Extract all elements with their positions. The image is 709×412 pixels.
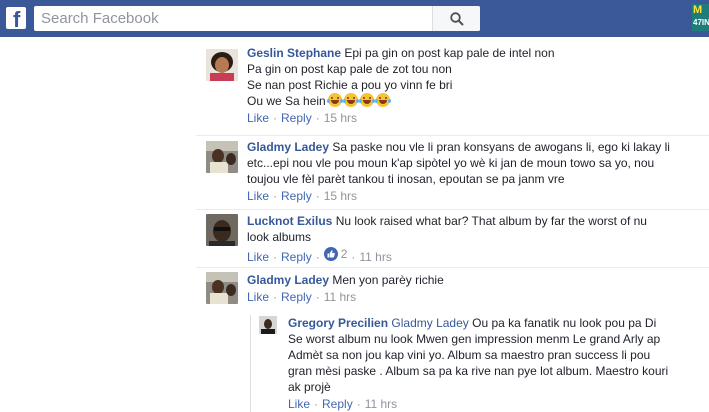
laughing-with-tears-emoji <box>326 93 343 107</box>
mention-link[interactable]: Gladmy Ladey <box>391 316 468 330</box>
comment-actions: Like · Reply · 15 hrs <box>247 110 555 126</box>
comment-timestamp[interactable]: 11 hrs <box>365 397 397 411</box>
laughing-with-tears-emoji <box>374 93 391 107</box>
comment-text: Sa paske nou vle li pran konsyans de awo… <box>332 140 670 154</box>
comment-text: toujou vle fèl parèt tankou ti inosan, e… <box>247 172 565 186</box>
emoji-row <box>326 93 391 108</box>
badge-line-2: 47IN <box>693 18 709 27</box>
comment-text: Epi pa gin on post kap pale de intel non <box>344 46 555 60</box>
comment-author[interactable]: Lucknot Exilus <box>247 214 332 228</box>
comment-actions: Like · Reply · 2 · 11 hrs <box>247 246 647 265</box>
avatar[interactable] <box>206 49 238 81</box>
comment-timestamp[interactable]: 11 hrs <box>324 290 356 304</box>
avatar-photo <box>259 316 277 334</box>
comment-author[interactable]: Gladmy Ladey <box>247 140 329 154</box>
comment-text: Nu look raised what bar? That album by f… <box>335 214 647 228</box>
comment-author[interactable]: Gladmy Ladey <box>247 273 329 287</box>
comment-timestamp[interactable]: 11 hrs <box>359 250 391 264</box>
comment-timestamp[interactable]: 15 hrs <box>324 111 357 125</box>
avatar-photo <box>206 49 238 81</box>
reply-link[interactable]: Reply <box>322 397 353 411</box>
laughing-with-tears-emoji <box>358 93 375 107</box>
reply-link[interactable]: Reply <box>281 111 312 125</box>
comment-author[interactable]: Gregory Precilien <box>288 316 388 330</box>
laughing-with-tears-emoji <box>342 93 359 107</box>
like-link[interactable]: Like <box>247 290 269 304</box>
avatar[interactable] <box>259 316 277 334</box>
comment-author[interactable]: Geslin Stephane <box>247 46 341 60</box>
comment-text: etc...epi nou vle pou moun k'ap sipòtel … <box>247 156 655 170</box>
avatar-photo <box>206 272 238 304</box>
comment-actions: Like · Reply · 11 hrs <box>247 289 444 305</box>
reactions-count[interactable]: 2 <box>323 246 348 262</box>
separator: · <box>273 111 278 125</box>
comment-text: Ou pa ka fanatik nu look pou pa Di <box>472 316 657 330</box>
search-icon <box>449 11 464 26</box>
comment-text: Admèt sa non jou kap vini yo. Album sa m… <box>288 348 651 362</box>
avatar[interactable] <box>206 141 238 173</box>
comment-text: ak projè <box>288 380 331 394</box>
search-button[interactable] <box>432 6 480 31</box>
separator: · <box>315 189 320 203</box>
separator: · <box>273 250 278 264</box>
avatar[interactable] <box>206 214 238 246</box>
separator: · <box>356 397 361 411</box>
like-link[interactable]: Like <box>247 111 269 125</box>
comment-text: gran mèsi paske . Album sa pa ka rive na… <box>288 364 669 378</box>
reply-thread-line <box>250 315 251 412</box>
comment-text: Pa gin on post kap pale de zot tou non <box>247 62 452 76</box>
avatar-photo <box>206 141 238 173</box>
like-link[interactable]: Like <box>247 250 269 264</box>
reactions-number: 2 <box>340 247 348 261</box>
separator: · <box>351 250 356 264</box>
comment-actions: Like · Reply · 11 hrs <box>288 396 668 412</box>
badge-line-1: M <box>693 4 703 16</box>
comment-timestamp[interactable]: 15 hrs <box>324 189 357 203</box>
reply-link[interactable]: Reply <box>281 250 312 264</box>
reply-link[interactable]: Reply <box>281 290 312 304</box>
avatar-photo <box>206 214 238 246</box>
page-badge: M 47IN <box>692 4 709 31</box>
comment-text: Se nan post Richie a pou yo vinn fe bri <box>247 78 453 92</box>
search-bar <box>34 6 480 31</box>
comment-text: Se worst album nu look Mwen gen impressi… <box>288 332 661 346</box>
like-link[interactable]: Like <box>247 189 269 203</box>
facebook-logo-letter: f <box>13 7 21 29</box>
comment-actions: Like · Reply · 15 hrs <box>247 188 670 204</box>
comment-thread: Geslin Stephane Epi pa gin on post kap p… <box>196 37 709 412</box>
reply-link[interactable]: Reply <box>281 189 312 203</box>
like-link[interactable]: Like <box>288 397 310 411</box>
separator: · <box>315 250 320 264</box>
avatar[interactable] <box>206 272 238 304</box>
top-navigation-bar: f M 47IN <box>0 0 709 37</box>
comment-text: Ou we Sa hein <box>247 94 326 108</box>
divider <box>196 209 709 210</box>
divider <box>196 267 709 268</box>
separator: · <box>315 111 320 125</box>
thumbs-up-icon <box>323 247 338 261</box>
facebook-logo[interactable]: f <box>6 7 26 29</box>
comment-text: Men yon parèy richie <box>332 273 444 287</box>
comment-text: look albums <box>247 230 312 244</box>
separator: · <box>273 290 278 304</box>
separator: · <box>273 189 278 203</box>
separator: · <box>314 397 319 411</box>
search-input[interactable] <box>34 6 439 31</box>
divider <box>196 135 709 136</box>
separator: · <box>315 290 320 304</box>
